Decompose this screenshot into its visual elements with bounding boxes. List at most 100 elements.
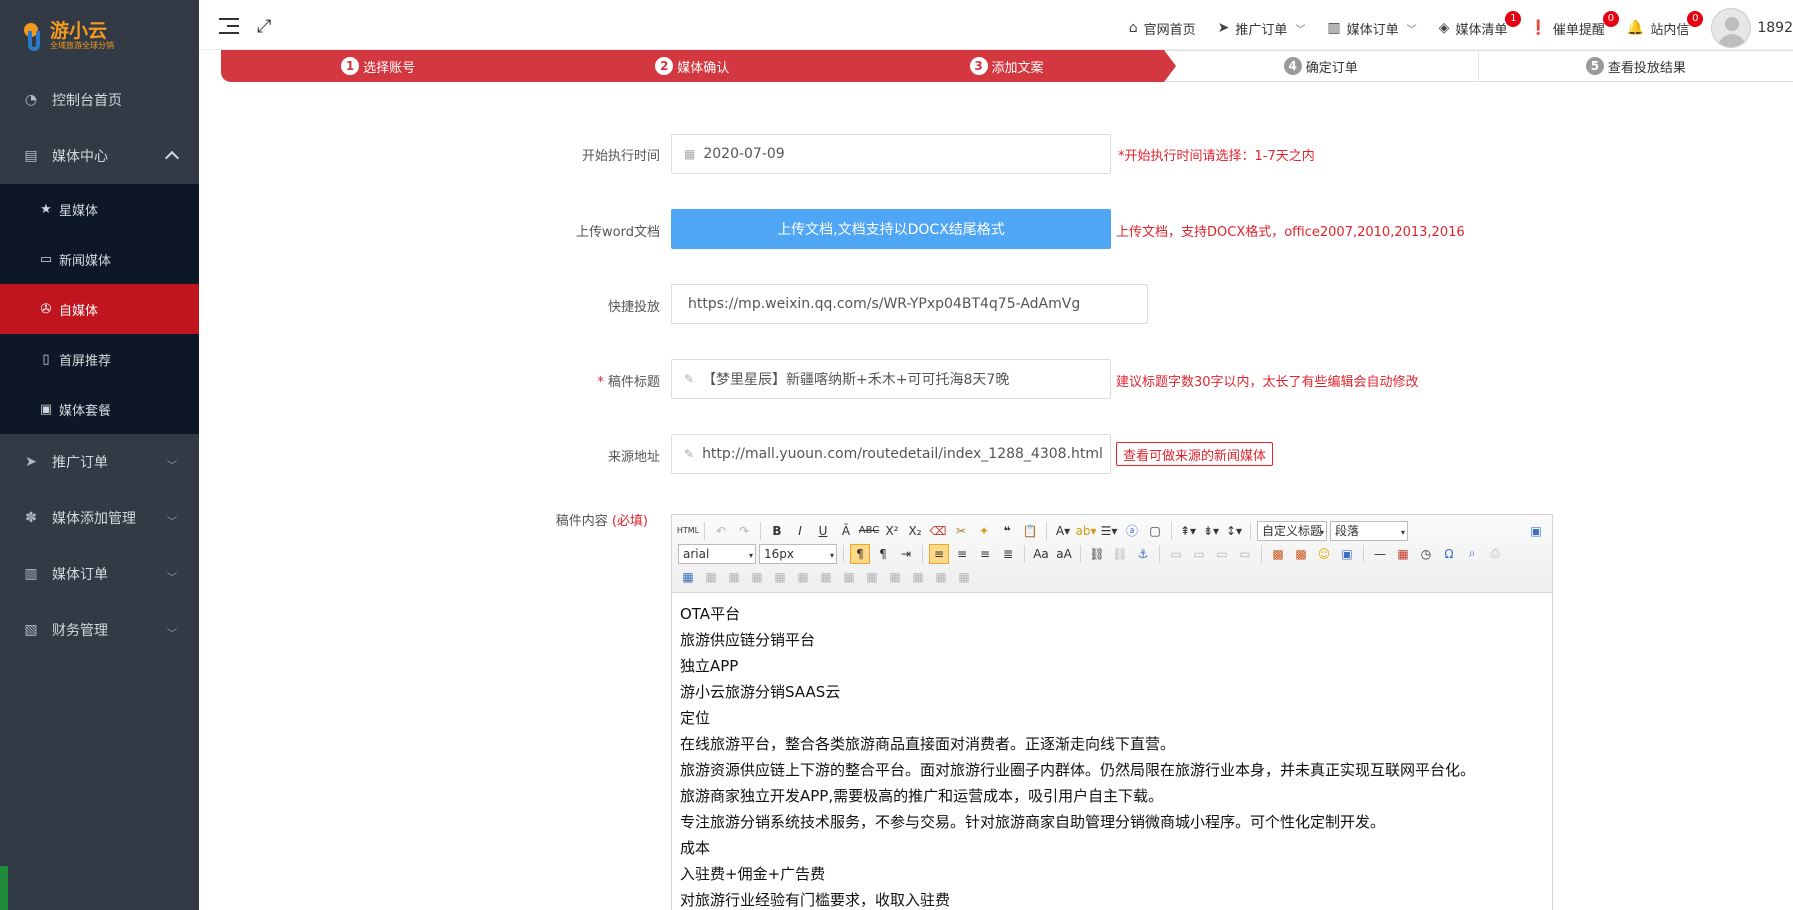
image-center-icon[interactable]: ▭ xyxy=(1235,544,1255,564)
magic-icon[interactable]: ✦ xyxy=(974,521,994,541)
header-link-promo-orders[interactable]: ➤ 推广订单 ﹀ xyxy=(1218,19,1306,38)
align-right-icon[interactable]: ≡ xyxy=(975,544,995,564)
insert-table-icon[interactable]: ▦ xyxy=(678,567,698,587)
heading-select[interactable]: 自定义标题 ▾ xyxy=(1257,520,1327,541)
font-family-select[interactable]: arial ▾ xyxy=(678,543,756,564)
align-justify-icon[interactable]: ≣ xyxy=(998,544,1018,564)
ltr-direction-icon[interactable]: ¶ xyxy=(850,543,870,564)
date-icon[interactable]: ▦ xyxy=(1393,544,1413,564)
delete-row-icon[interactable]: ▦ xyxy=(770,567,790,587)
font-size-select[interactable]: 16px ▾ xyxy=(759,543,837,564)
sidebar-item-finance[interactable]: ▧ 财务管理 ﹀ xyxy=(0,602,199,658)
header-link-messages[interactable]: 🔔 站内信 0 xyxy=(1627,10,1704,38)
indent-icon[interactable]: ⇥ xyxy=(896,544,916,564)
quick-publish-input[interactable]: https://mp.weixin.qq.com/s/WR-YPxp04BT4q… xyxy=(671,284,1148,324)
sidebar-item-media-add-manage[interactable]: ✽ 媒体添加管理 ﹀ xyxy=(0,490,199,546)
row-spacing-top-icon[interactable]: ⇞▾ xyxy=(1178,521,1198,541)
image-float-none-icon[interactable]: ▭ xyxy=(1166,544,1186,564)
horizontal-rule-icon[interactable]: — xyxy=(1370,544,1390,564)
uppercase-icon[interactable]: Aa xyxy=(1031,544,1051,564)
unordered-list-icon[interactable]: ☰▾ xyxy=(1099,521,1119,541)
italic-icon[interactable]: I xyxy=(790,521,810,541)
sidebar-item-promo-orders[interactable]: ➤ 推广订单 ﹀ xyxy=(0,434,199,490)
clear-doc-icon[interactable]: ▢ xyxy=(1145,521,1165,541)
paragraph-select[interactable]: 段落 ▾ xyxy=(1330,520,1408,541)
merge-right-icon[interactable]: ▦ xyxy=(862,567,882,587)
special-char-icon[interactable]: Ω xyxy=(1439,544,1459,564)
insert-row-icon[interactable]: ▦ xyxy=(747,567,767,587)
upload-docx-button[interactable]: 上传文档,文档支持以DOCX结尾格式 xyxy=(671,209,1111,249)
fullscreen-icon[interactable]: ⤢ xyxy=(257,18,275,36)
fullscreen-editor-icon[interactable]: ▣ xyxy=(1526,521,1546,541)
user-name[interactable]: 1892 xyxy=(1757,20,1793,36)
image-float-left-icon[interactable]: ▭ xyxy=(1189,544,1209,564)
print-icon[interactable]: ⎙ xyxy=(1485,544,1505,564)
delete-col-icon[interactable]: ▦ xyxy=(816,567,836,587)
anchor-icon[interactable]: ⚓ xyxy=(1133,544,1153,564)
highlight-icon[interactable]: ab▾ xyxy=(1076,521,1097,541)
border-text-icon[interactable]: Ā xyxy=(836,521,856,541)
sidebar-subitem-news-media[interactable]: ▭ 新闻媒体 xyxy=(0,234,199,284)
title-input[interactable]: ✎ 【梦里星辰】新疆喀纳斯+禾木+可可托海8天7晚 xyxy=(671,359,1111,399)
chevron-down-icon: ﹀ xyxy=(167,629,177,640)
line-height-icon[interactable]: ↕▾ xyxy=(1224,521,1244,541)
insert-frame-icon[interactable]: ▣ xyxy=(1337,544,1357,564)
superscript-icon[interactable]: X² xyxy=(882,521,902,541)
split-rows-icon[interactable]: ▦ xyxy=(931,567,951,587)
link-icon[interactable]: ⛓ xyxy=(1087,544,1107,564)
quote-icon[interactable]: ❝ xyxy=(997,521,1017,541)
rtl-direction-icon[interactable]: ¶ xyxy=(873,544,893,564)
start-time-hint: *开始执行时间请选择：1-7天之内 xyxy=(1118,149,1315,164)
strikethrough-icon[interactable]: ABC xyxy=(859,521,880,541)
insert-paragraph-before-table-icon[interactable]: ▦ xyxy=(724,567,744,587)
lowercase-icon[interactable]: aA xyxy=(1054,544,1074,564)
editor-paragraph: 对旅游行业经验有门槛要求，收取入驻费 xyxy=(680,891,951,909)
format-brush-icon[interactable]: ✂ xyxy=(951,521,971,541)
menu-toggle-icon[interactable] xyxy=(219,18,239,34)
image-float-right-icon[interactable]: ▭ xyxy=(1212,544,1232,564)
brand-logo[interactable]: 游小云 全域旅游全球分销 xyxy=(0,0,199,72)
view-source-media-button[interactable]: 查看可做来源的新闻媒体 xyxy=(1116,442,1274,466)
avatar[interactable] xyxy=(1711,8,1752,48)
bold-icon[interactable]: B xyxy=(767,521,787,541)
source-input[interactable]: ✎ http://mall.yuoun.com/routedetail/inde… xyxy=(671,434,1111,474)
underline-icon[interactable]: U xyxy=(813,521,833,541)
chevron-down-icon: ﹀ xyxy=(1406,24,1417,36)
split-cols-icon[interactable]: ▦ xyxy=(954,567,974,587)
html-source-icon[interactable]: HTML xyxy=(677,521,699,541)
sidebar-item-media-orders[interactable]: ▥ 媒体订单 ﹀ xyxy=(0,546,199,602)
search-replace-icon[interactable]: ⌕ xyxy=(1462,544,1482,564)
header-link-home[interactable]: ⌂ 官网首页 xyxy=(1129,19,1196,38)
editor-content[interactable]: OTA平台 旅游供应链分销平台 独立APP 游小云旅游分销SAAS云 定位 在线旅游平台，… xyxy=(672,593,1552,910)
sidebar-subitem-media-package[interactable]: ▣ 媒体套餐 xyxy=(0,384,199,434)
subscript-icon[interactable]: X₂ xyxy=(905,521,925,541)
delete-table-icon[interactable]: ▦ xyxy=(701,567,721,587)
font-color-icon[interactable]: A▾ xyxy=(1053,521,1073,541)
merge-cells-icon[interactable]: ▦ xyxy=(839,567,859,587)
merge-down-icon[interactable]: ▦ xyxy=(885,567,905,587)
align-left-icon[interactable]: ≡ xyxy=(929,543,949,564)
unlink-icon[interactable]: ⛓ xyxy=(1110,544,1130,564)
image-icon[interactable]: ▩ xyxy=(1268,544,1288,564)
eraser-icon[interactable]: ⌫ xyxy=(928,521,948,541)
redo-icon[interactable]: ↷ xyxy=(734,521,754,541)
split-cells-icon[interactable]: ▦ xyxy=(908,567,928,587)
undo-icon[interactable]: ↶ xyxy=(711,521,731,541)
sidebar-item-media-center[interactable]: ▤ 媒体中心 xyxy=(0,128,199,184)
sidebar-subitem-homepage-recommend[interactable]: ▯ 首屏推荐 xyxy=(0,334,199,384)
row-spacing-bottom-icon[interactable]: ⇟▾ xyxy=(1201,521,1221,541)
emoji-icon[interactable]: ☺ xyxy=(1314,544,1334,564)
header-link-media-list[interactable]: ◈ 媒体清单 1 xyxy=(1439,10,1522,38)
time-icon[interactable]: ◷ xyxy=(1416,544,1436,564)
insert-col-icon[interactable]: ▦ xyxy=(793,567,813,587)
align-center-icon[interactable]: ≡ xyxy=(952,544,972,564)
sidebar-subitem-star-media[interactable]: ★ 星媒体 xyxy=(0,184,199,234)
paste-plain-icon[interactable]: 📋 xyxy=(1020,521,1040,541)
sidebar-item-dashboard[interactable]: ◔ 控制台首页 xyxy=(0,72,199,128)
multi-image-icon[interactable]: ▩ xyxy=(1291,544,1311,564)
header-link-reminder[interactable]: ❗ 催单提醒 0 xyxy=(1529,10,1619,38)
start-time-input[interactable]: ▦ 2020-07-09 xyxy=(671,134,1111,174)
header-link-media-orders[interactable]: ▥ 媒体订单 ﹀ xyxy=(1327,19,1416,38)
sidebar-subitem-self-media[interactable]: ✇ 自媒体 xyxy=(0,284,199,334)
select-all-icon[interactable]: ⓐ xyxy=(1122,521,1142,541)
